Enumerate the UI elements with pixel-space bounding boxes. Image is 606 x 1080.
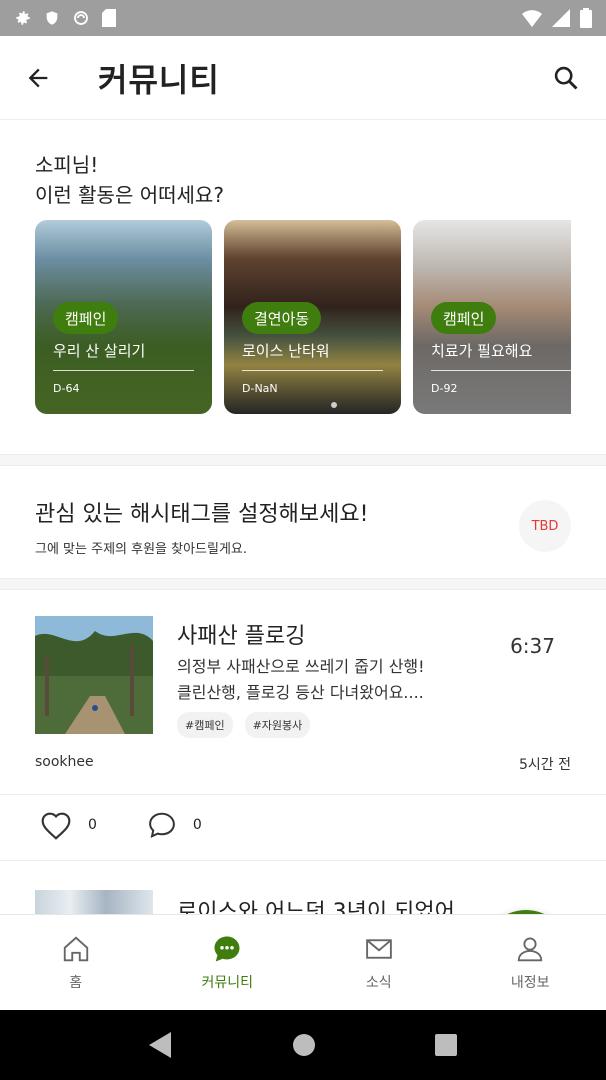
nav-home[interactable]: 홈 <box>0 915 152 1010</box>
battery-icon <box>580 8 592 28</box>
sd-card-icon <box>102 9 116 27</box>
chat-bubble-icon <box>214 936 240 961</box>
search-button[interactable] <box>546 58 586 98</box>
campaign-card[interactable]: 캠페인 우리 산 살리기 D-64 <box>35 220 212 414</box>
divider <box>53 370 194 371</box>
campaign-tag: 결연아동 <box>242 302 322 334</box>
page-indicator-dot <box>331 402 337 408</box>
signal-icon <box>552 9 570 27</box>
campaign-title: 우리 산 살리기 <box>53 342 146 360</box>
bottom-navigation: 홈 커뮤니티 소식 내정보 <box>0 914 606 1010</box>
page-title: 커뮤니티 <box>98 60 220 99</box>
divider <box>431 370 571 371</box>
arrow-left-icon <box>28 68 48 87</box>
nav-label: 소식 <box>365 974 392 991</box>
hashtag-prompt-subtitle: 그에 맞는 주제의 후원을 찾아드릴게요. <box>35 542 248 557</box>
hashtag-prompt-title[interactable]: 관심 있는 해시태그를 설정해보세요! <box>35 496 368 528</box>
section-divider <box>0 454 606 466</box>
campaign-card[interactable]: 캠페인 치료가 필요해요 D-92 <box>413 220 571 414</box>
status-icons-left <box>14 9 116 27</box>
home-icon <box>63 935 88 961</box>
post-time: 5시간 전 <box>519 757 571 773</box>
post-actions: 0 0 <box>40 810 252 840</box>
nav-label: 홈 <box>69 974 83 991</box>
person-icon <box>518 936 543 961</box>
like-count: 0 <box>88 817 97 833</box>
back-triangle-icon[interactable] <box>149 1032 173 1058</box>
gear-icon <box>16 11 30 25</box>
nav-label: 내정보 <box>510 974 550 991</box>
post-description-line-1: 의정부 사패산으로 쓰레기 줍기 산행! <box>177 657 425 676</box>
post-tags: #캠페인 #자원봉사 <box>177 712 311 738</box>
post-title: 사패산 플로깅 <box>177 624 306 649</box>
greeting-line-2: 이런 활동은 어떠세요? <box>35 183 224 207</box>
nav-community[interactable]: 커뮤니티 <box>152 915 304 1010</box>
campaign-card[interactable]: 결연아동 로이스 난타워 D-NaN <box>224 220 401 414</box>
campaign-title: 치료가 필요해요 <box>431 342 533 360</box>
mail-icon <box>365 938 392 959</box>
app-bar: 커뮤니티 <box>0 36 606 120</box>
heart-icon[interactable] <box>40 810 72 840</box>
status-icons-right <box>522 8 592 28</box>
hashtag-badge[interactable]: TBD <box>519 500 571 552</box>
campaign-tag: 캠페인 <box>431 302 497 334</box>
campaign-dday: D-NaN <box>242 382 278 395</box>
comment-count: 0 <box>192 817 202 833</box>
post-item[interactable]: 로이스와 어느덧 3년이 되었어... <box>35 888 571 914</box>
post-description: 의정부 사패산으로 쓰레기 줍기 산행! 클린산행, 플로깅 등산 다녀왔어요.… <box>177 654 477 706</box>
campaign-carousel[interactable]: 캠페인 우리 산 살리기 D-64 결연아동 로이스 난타워 D-NaN 캠페인… <box>35 220 571 414</box>
campaign-tag: 캠페인 <box>53 302 119 334</box>
greeting-line-1: 소피님! <box>35 153 99 177</box>
nav-label: 커뮤니티 <box>201 974 254 991</box>
post-description-line-2: 클린산행, 플로깅 등산 다녀왔어요.... <box>177 683 424 702</box>
back-button[interactable] <box>18 58 58 98</box>
status-bar: 6:37 <box>0 0 606 658</box>
sync-icon <box>74 11 88 25</box>
hashtag-chip[interactable]: #캠페인 <box>177 712 233 738</box>
search-icon <box>554 66 578 89</box>
post-thumbnail <box>35 616 153 734</box>
community-feed[interactable]: 소피님! 이런 활동은 어떠세요? 캠페인 우리 산 살리기 D-64 결연아동… <box>0 120 606 914</box>
system-navigation-bar <box>0 1010 606 1080</box>
wifi-icon <box>522 10 542 27</box>
section-divider <box>0 578 606 590</box>
campaign-dday: D-92 <box>431 382 458 395</box>
comment-icon[interactable] <box>147 810 177 840</box>
shield-icon <box>46 11 58 25</box>
post-thumbnail <box>35 890 153 914</box>
campaign-dday: D-64 <box>53 382 80 395</box>
post-image <box>35 616 153 734</box>
nav-news[interactable]: 소식 <box>303 915 455 1010</box>
divider <box>0 794 606 795</box>
divider <box>0 860 606 861</box>
nav-profile[interactable]: 내정보 <box>455 915 606 1010</box>
post-author: sookhee <box>35 754 94 770</box>
campaign-title: 로이스 난타워 <box>242 342 330 360</box>
home-circle-icon[interactable] <box>292 1033 316 1057</box>
recents-square-icon[interactable] <box>434 1034 457 1056</box>
hashtag-chip[interactable]: #자원봉사 <box>244 712 311 738</box>
divider <box>242 370 383 371</box>
greeting: 소피님! 이런 활동은 어떠세요? <box>35 150 224 210</box>
post-title: 로이스와 어느덧 3년이 되었어... <box>177 900 476 914</box>
